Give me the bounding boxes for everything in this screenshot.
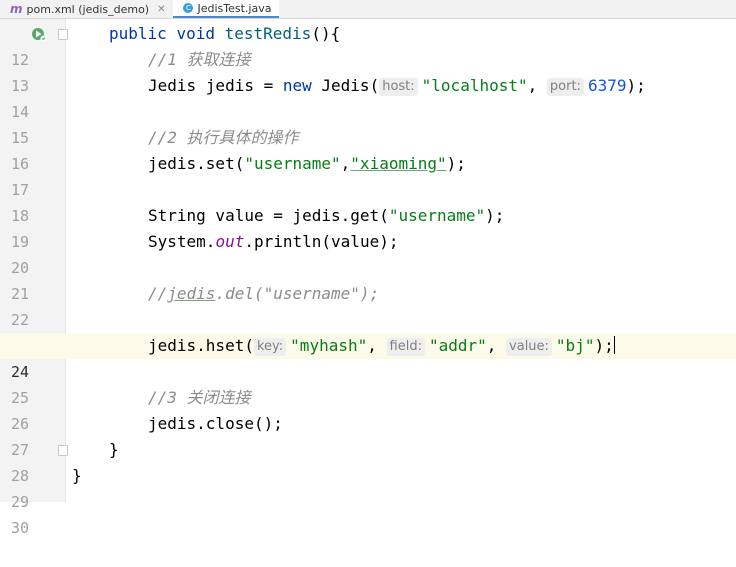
code-line: 30 bbox=[0, 489, 736, 537]
tab-label: pom.xml (jedis_demo) bbox=[26, 2, 150, 16]
text-caret bbox=[613, 336, 615, 354]
code-line: 28 } bbox=[0, 437, 736, 485]
parameter-hint: key: bbox=[253, 338, 287, 356]
code-editor[interactable]: 12 public void testRedis(){ 13 //1 获取连接 … bbox=[0, 19, 736, 537]
code-line: 13 //1 获取连接 bbox=[0, 47, 736, 95]
parameter-hint: port: bbox=[546, 78, 584, 96]
run-test-icon[interactable] bbox=[31, 26, 47, 42]
tab-jedistest-java[interactable]: C JedisTest.java bbox=[173, 0, 280, 18]
close-icon[interactable]: ✕ bbox=[157, 4, 165, 15]
code-line: 15 bbox=[0, 99, 736, 147]
code-line: 19 String value = jedis.get("username"); bbox=[0, 203, 736, 251]
code-line: 27 jedis.close(); bbox=[0, 411, 736, 459]
code-line: 25 bbox=[0, 359, 736, 407]
fold-icon[interactable] bbox=[58, 445, 68, 456]
parameter-hint: value: bbox=[506, 338, 552, 356]
code-line: 23 bbox=[0, 307, 736, 355]
code-line: 16 //2 执行具体的操作 bbox=[0, 125, 736, 173]
parameter-hint: host: bbox=[379, 78, 418, 96]
code-line: 14 Jedis jedis = new Jedis(host: "localho… bbox=[0, 73, 736, 121]
parameter-hint: field: bbox=[386, 338, 425, 356]
tab-label: JedisTest.java bbox=[197, 1, 272, 15]
code-comment: //2 执行具体的操作 bbox=[148, 128, 299, 147]
tab-pom-xml[interactable]: m pom.xml (jedis_demo) ✕ bbox=[0, 0, 173, 18]
code-comment: //jedis.del("username"); bbox=[148, 284, 380, 303]
code-line: 26 //3 关闭连接 bbox=[0, 385, 736, 433]
java-class-icon: C bbox=[183, 3, 194, 13]
code-comment: //3 关闭连接 bbox=[148, 388, 251, 407]
code-comment: //1 获取连接 bbox=[148, 50, 251, 69]
code-line: 29 } bbox=[0, 463, 736, 511]
code-line: 18 bbox=[0, 177, 736, 225]
code-line: 20 System.out.println(value); bbox=[0, 229, 736, 277]
maven-icon: m bbox=[10, 2, 23, 16]
code-line: 22 //jedis.del("username"); bbox=[0, 281, 736, 329]
fold-icon[interactable] bbox=[58, 29, 68, 40]
code-line: 12 public void testRedis(){ bbox=[0, 21, 736, 69]
code-line: 17 jedis.set("username","xiaoming"); bbox=[0, 151, 736, 199]
code-line: 21 bbox=[0, 255, 736, 303]
line-number: 30 bbox=[10, 519, 29, 537]
current-code-line: 24 jedis.hset(key: "myhash", field: "addr"… bbox=[0, 333, 736, 381]
editor-tab-bar: m pom.xml (jedis_demo) ✕ C JedisTest.jav… bbox=[0, 0, 736, 19]
